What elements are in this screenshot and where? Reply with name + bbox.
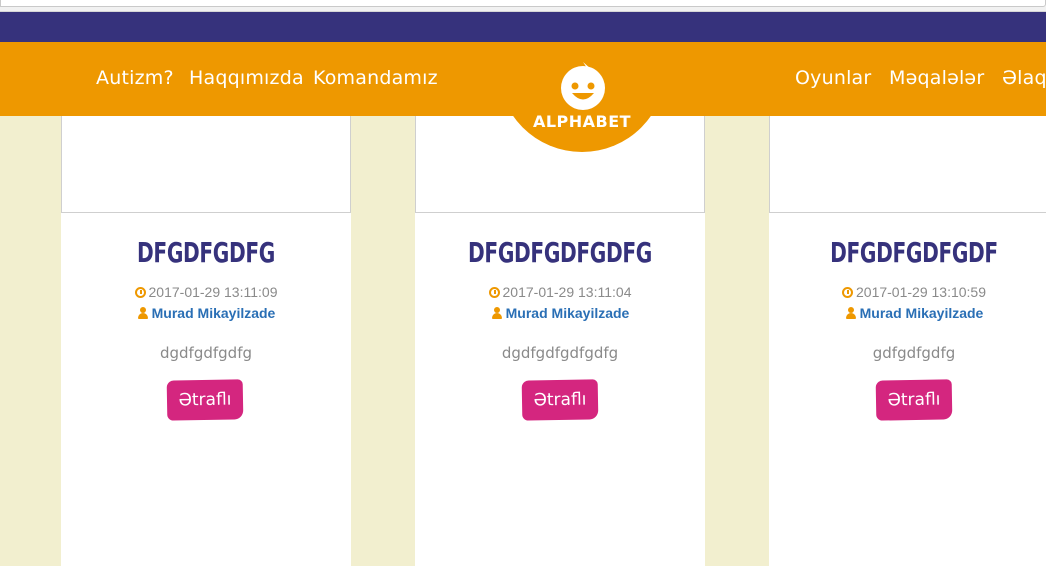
address-bar[interactable] (0, 0, 1046, 7)
read-more-button[interactable]: Ətraflı (521, 379, 599, 421)
post-date: 2017-01-29 13:11:04 (415, 284, 705, 300)
post-title[interactable]: DFGDFGDFG (102, 236, 311, 269)
post-card: DFGDFGDFGDF 2017-01-29 13:10:59 Murad Mi… (769, 116, 1046, 566)
logo-text: ALPHABET (532, 112, 632, 131)
post-excerpt: gdfgdfgdfg (872, 344, 956, 362)
clock-icon (134, 287, 146, 298)
post-title[interactable]: DFGDFGDFGDFG (456, 236, 665, 269)
read-more-button[interactable]: Ətraflı (875, 379, 953, 421)
post-author[interactable]: Murad Mikayilzade (61, 305, 351, 321)
post-excerpt: dgdfgdfgdfg (159, 344, 252, 362)
post-author-name[interactable]: Murad Mikayilzade (506, 305, 630, 321)
post-date-text: 2017-01-29 13:11:04 (502, 284, 632, 300)
post-date: 2017-01-29 13:11:09 (61, 284, 351, 300)
user-icon (491, 307, 503, 319)
post-date-text: 2017-01-29 13:10:59 (856, 284, 986, 300)
post-excerpt: dgdfgdfgdfgdfg (501, 344, 619, 362)
post-author-name[interactable]: Murad Mikayilzade (860, 305, 984, 321)
clock-icon (488, 287, 500, 298)
post-card: DFGDFGDFG 2017-01-29 13:11:09 Murad Mika… (61, 116, 351, 566)
post-card: DFGDFGDFGDFG 2017-01-29 13:11:04 Murad M… (415, 116, 705, 566)
post-thumbnail[interactable] (61, 116, 351, 213)
nav-link-autism[interactable]: Autizm? (96, 67, 174, 89)
read-more-button[interactable]: Ətraflı (166, 379, 244, 421)
nav-link-about[interactable]: Haqqımızda (189, 67, 304, 89)
post-author[interactable]: Murad Mikayilzade (769, 305, 1046, 321)
smiley-face-icon (561, 62, 605, 110)
post-date-text: 2017-01-29 13:11:09 (148, 284, 278, 300)
clock-icon (842, 287, 853, 298)
post-date: 2017-01-29 13:10:59 (769, 284, 1046, 300)
post-author-name[interactable]: Murad Mikayilzade (152, 305, 276, 321)
nav-link-games[interactable]: Oyunlar (795, 67, 871, 89)
post-author[interactable]: Murad Mikayilzade (415, 305, 705, 321)
user-icon (845, 307, 857, 319)
nav-link-contact[interactable]: Əlaqə (1002, 67, 1046, 89)
nav-link-team[interactable]: Komandamız (313, 67, 438, 89)
top-bar (0, 12, 1046, 42)
browser-address-strip (0, 0, 1046, 12)
post-thumbnail[interactable] (769, 116, 1046, 213)
post-title[interactable]: DFGDFGDFGDF (810, 236, 1019, 269)
user-icon (137, 307, 149, 319)
nav-link-articles[interactable]: Məqalələr (889, 67, 984, 89)
